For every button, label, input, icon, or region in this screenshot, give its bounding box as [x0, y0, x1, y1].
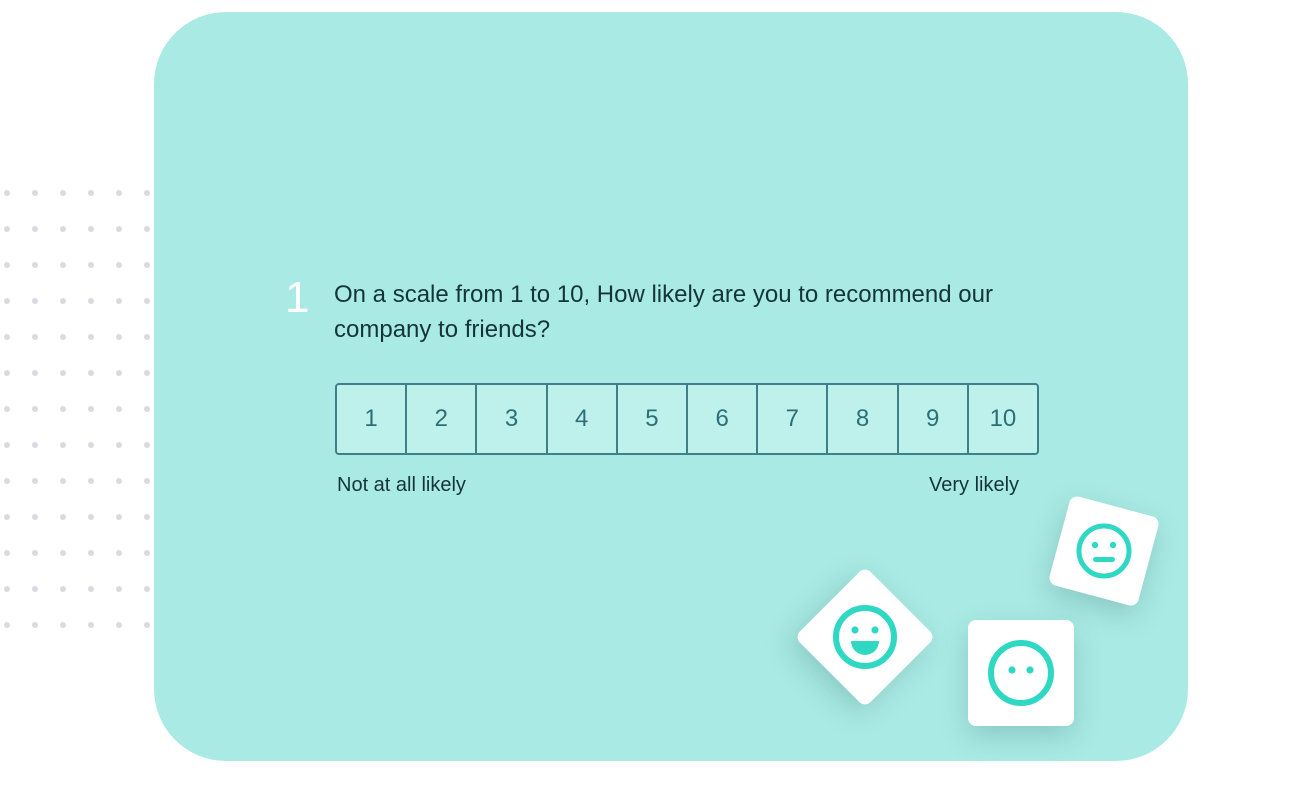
decorative-dot: [32, 442, 38, 448]
rating-option-6[interactable]: 6: [688, 385, 759, 453]
decorative-dot: [144, 622, 150, 628]
decorative-dot: [4, 442, 10, 448]
decorative-dot: [116, 478, 122, 484]
decorative-dot: [144, 370, 150, 376]
rating-option-7[interactable]: 7: [758, 385, 829, 453]
decorative-dot: [4, 550, 10, 556]
decorative-dot: [144, 406, 150, 412]
decorative-dot: [144, 190, 150, 196]
decorative-dot-grid: [4, 190, 172, 658]
decorative-dot: [4, 334, 10, 340]
question-text: On a scale from 1 to 10, How likely are …: [334, 281, 993, 343]
decorative-dot: [116, 622, 122, 628]
rating-option-2[interactable]: 2: [407, 385, 478, 453]
rating-option-3[interactable]: 3: [477, 385, 548, 453]
decorative-dot: [116, 226, 122, 232]
decorative-dot: [4, 478, 10, 484]
decorative-dot: [144, 550, 150, 556]
laughing-face-icon: [833, 605, 897, 669]
decorative-dot: [116, 406, 122, 412]
decorative-dot: [116, 262, 122, 268]
decorative-dot: [60, 406, 66, 412]
decorative-dot: [32, 262, 38, 268]
decorative-dot: [116, 442, 122, 448]
rating-option-10[interactable]: 10: [969, 385, 1037, 453]
decorative-dot: [88, 586, 94, 592]
decorative-dot: [144, 514, 150, 520]
decorative-dot: [88, 478, 94, 484]
decorative-dot: [60, 622, 66, 628]
smile-face-tile: [968, 620, 1074, 726]
rating-option-8[interactable]: 8: [828, 385, 899, 453]
decorative-dot: [88, 190, 94, 196]
decorative-dot: [88, 226, 94, 232]
decorative-dot: [32, 334, 38, 340]
decorative-dot: [4, 190, 10, 196]
decorative-dot: [88, 622, 94, 628]
rating-scale: 1 2 3 4 5 6 7 8 9 10: [335, 383, 1039, 455]
decorative-dot: [60, 190, 66, 196]
decorative-dot: [4, 406, 10, 412]
decorative-dot: [60, 298, 66, 304]
decorative-dot: [88, 442, 94, 448]
decorative-dot: [32, 622, 38, 628]
decorative-dot: [144, 262, 150, 268]
decorative-dot: [4, 226, 10, 232]
decorative-dot: [60, 334, 66, 340]
decorative-dot: [116, 334, 122, 340]
decorative-dot: [60, 442, 66, 448]
decorative-dot: [144, 298, 150, 304]
decorative-dot: [116, 514, 122, 520]
decorative-dot: [144, 586, 150, 592]
decorative-dot: [32, 514, 38, 520]
decorative-dot: [116, 190, 122, 196]
decorative-dot: [88, 262, 94, 268]
decorative-dot: [144, 226, 150, 232]
decorative-dot: [32, 226, 38, 232]
decorative-dot: [88, 550, 94, 556]
decorative-dot: [60, 478, 66, 484]
decorative-dot: [4, 262, 10, 268]
decorative-dot: [144, 442, 150, 448]
decorative-dot: [32, 298, 38, 304]
decorative-dot: [32, 190, 38, 196]
scale-min-label: Not at all likely: [337, 474, 466, 496]
decorative-dot: [60, 226, 66, 232]
decorative-dot: [4, 298, 10, 304]
decorative-dot: [116, 550, 122, 556]
decorative-dot: [32, 586, 38, 592]
decorative-dot: [88, 334, 94, 340]
decorative-dot: [4, 370, 10, 376]
decorative-dot: [144, 478, 150, 484]
decorative-dot: [32, 550, 38, 556]
decorative-dot: [60, 370, 66, 376]
smile-face-icon: [988, 640, 1054, 706]
decorative-dot: [60, 550, 66, 556]
rating-option-5[interactable]: 5: [618, 385, 689, 453]
decorative-dot: [116, 370, 122, 376]
decorative-dot: [32, 478, 38, 484]
decorative-dot: [60, 586, 66, 592]
decorative-dot: [32, 406, 38, 412]
rating-option-4[interactable]: 4: [548, 385, 618, 453]
rating-option-9[interactable]: 9: [899, 385, 969, 453]
decorative-dot: [88, 406, 94, 412]
decorative-dot: [60, 514, 66, 520]
decorative-dot: [88, 370, 94, 376]
decorative-dot: [60, 262, 66, 268]
question-number: 1: [285, 273, 310, 322]
decorative-dot: [144, 334, 150, 340]
decorative-dot: [4, 586, 10, 592]
decorative-dot: [88, 514, 94, 520]
decorative-dot: [4, 514, 10, 520]
decorative-dot: [32, 370, 38, 376]
rating-option-1[interactable]: 1: [337, 385, 408, 453]
decorative-dot: [88, 298, 94, 304]
scale-max-label: Very likely: [929, 474, 1020, 496]
decorative-dot: [116, 586, 122, 592]
decorative-dot: [4, 622, 10, 628]
decorative-dot: [116, 298, 122, 304]
neutral-face-icon: [1076, 523, 1132, 579]
